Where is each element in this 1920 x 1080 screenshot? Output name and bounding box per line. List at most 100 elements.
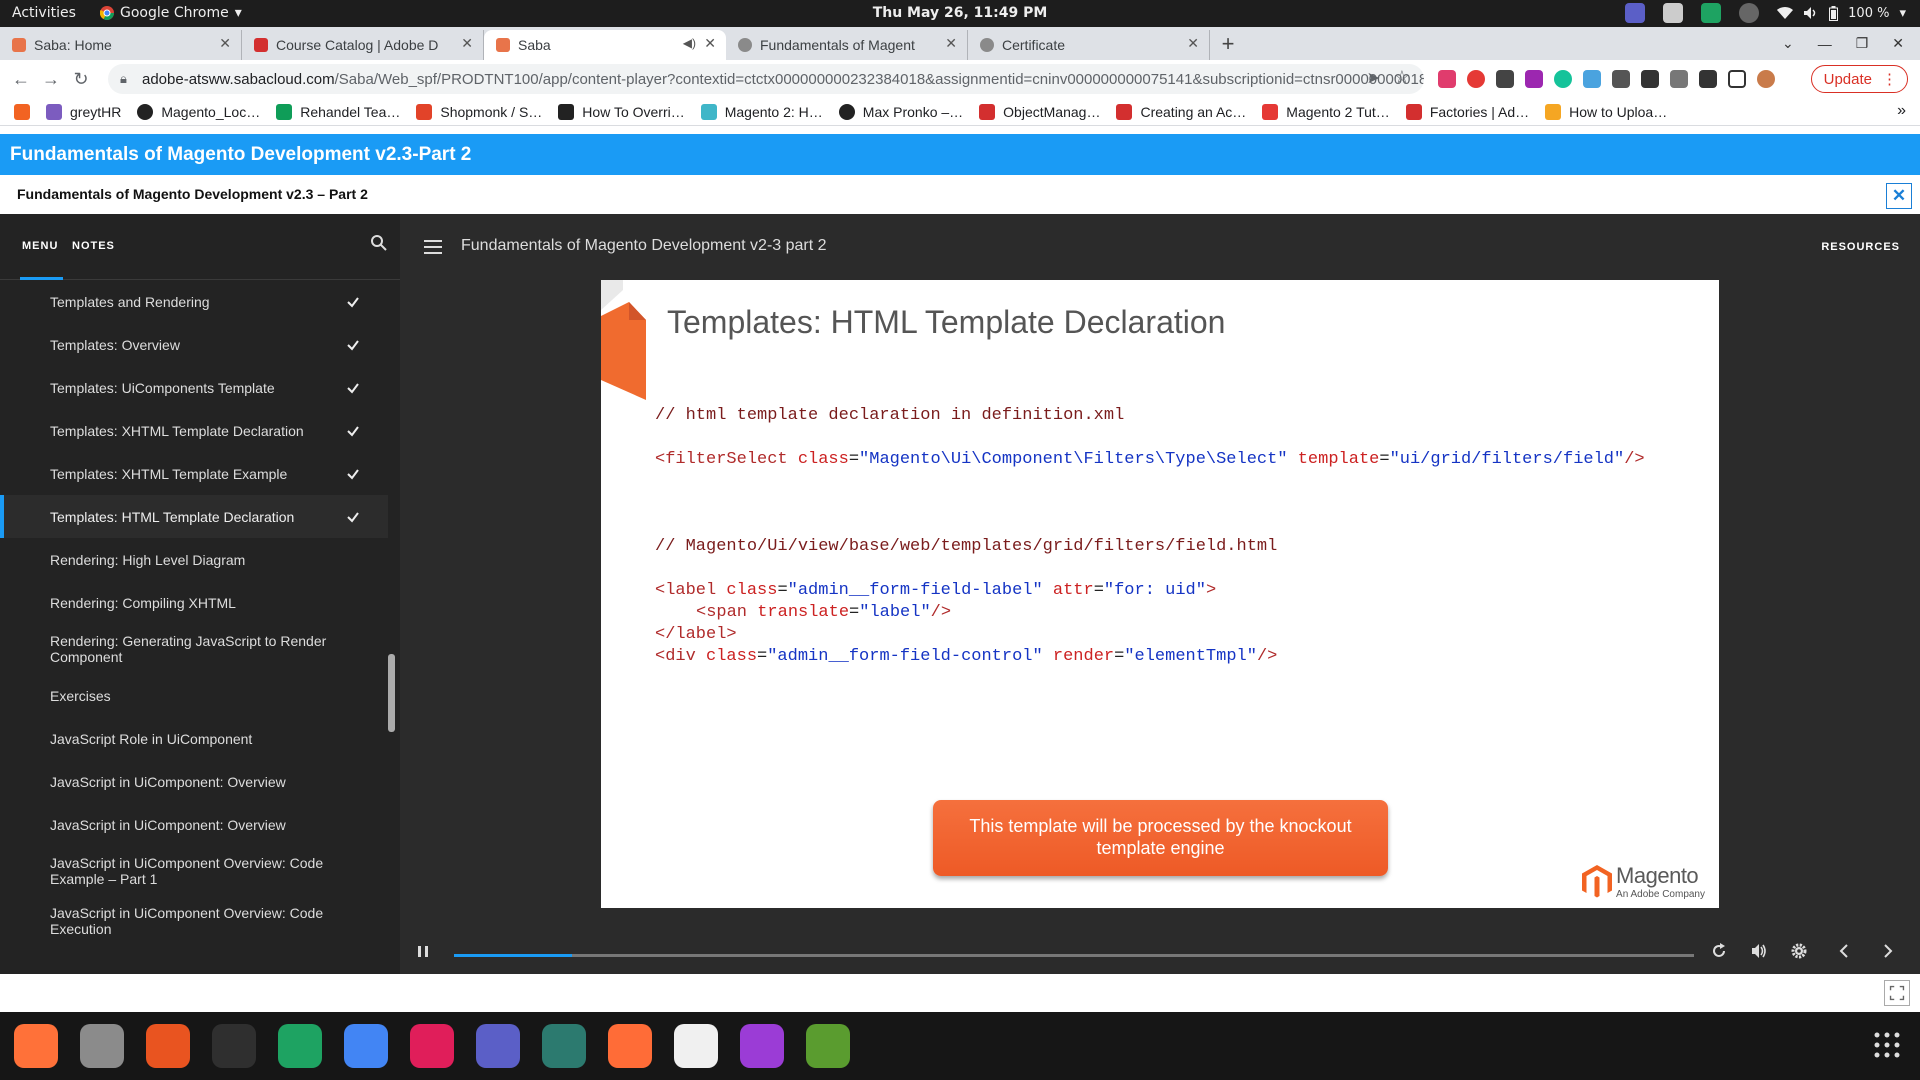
sidebar-item[interactable]: JavaScript in UiComponent: Overview: [0, 760, 388, 803]
side-panel-icon[interactable]: [1728, 70, 1746, 88]
grammarly-icon[interactable]: [1554, 70, 1572, 88]
screenshot-icon[interactable]: [802, 1020, 854, 1072]
next-slide-icon[interactable]: [1878, 941, 1898, 961]
sidebar-item[interactable]: Templates: XHTML Template Example: [0, 452, 388, 495]
close-tab-icon[interactable]: ✕: [219, 35, 231, 52]
camera-icon[interactable]: [538, 1020, 590, 1072]
reload-icon[interactable]: ↻: [66, 69, 96, 90]
bookmark-star-icon[interactable]: ☆: [1394, 67, 1410, 88]
chat-tray-icon[interactable]: [1701, 3, 1722, 23]
close-button[interactable]: ✕: [1886, 183, 1912, 209]
teams-icon[interactable]: [472, 1020, 524, 1072]
sidebar-item[interactable]: Rendering: High Level Diagram: [0, 538, 388, 581]
sidebar-item[interactable]: Templates: XHTML Template Declaration: [0, 409, 388, 452]
text-editor-icon[interactable]: [670, 1020, 722, 1072]
sidebar-item[interactable]: Templates: HTML Template Declaration: [0, 495, 388, 538]
extension-icon[interactable]: [1612, 70, 1630, 88]
network-tray-icon[interactable]: [1739, 3, 1760, 23]
sidebar-item[interactable]: Rendering: Generating JavaScript to Rend…: [0, 624, 388, 674]
previous-slide-icon[interactable]: [1834, 941, 1854, 961]
close-window-icon[interactable]: ✕: [1892, 35, 1904, 52]
software-center-icon[interactable]: [142, 1020, 194, 1072]
files-icon[interactable]: [76, 1020, 128, 1072]
close-tab-icon[interactable]: ✕: [1187, 35, 1199, 52]
sidebar-item[interactable]: JavaScript Role in UiComponent: [0, 717, 388, 760]
profile-avatar[interactable]: [1757, 70, 1775, 88]
tab-saba[interactable]: Saba ◀︎) ✕: [484, 30, 726, 60]
progress-bar[interactable]: [454, 954, 1694, 957]
back-icon[interactable]: ←: [6, 69, 36, 90]
terminal-icon[interactable]: [208, 1020, 260, 1072]
sidebar-item[interactable]: Templates and Rendering: [0, 280, 388, 323]
bookmark-item[interactable]: Shopmonk / S…: [416, 103, 542, 120]
address-bar[interactable]: 🔒︎ adobe-atsww.sabacloud.com/Saba/Web_sp…: [108, 64, 1424, 94]
resources-button[interactable]: RESOURCES: [1821, 241, 1900, 253]
volume-icon[interactable]: [1749, 941, 1769, 961]
minimize-icon[interactable]: —: [1818, 36, 1832, 52]
sidebar-item[interactable]: Templates: Overview: [0, 323, 388, 366]
bookmark-item[interactable]: ObjectManag…: [979, 103, 1100, 120]
sidebar-scrollbar[interactable]: [388, 654, 395, 732]
sidebar-item[interactable]: JavaScript in UiComponent Overview: Code…: [0, 846, 388, 896]
extension-icon[interactable]: [1641, 70, 1659, 88]
close-tab-icon[interactable]: ✕: [945, 35, 957, 52]
extension-icon[interactable]: [1525, 70, 1543, 88]
chrome-icon[interactable]: [340, 1020, 392, 1072]
bookmark-item[interactable]: Rehandel Tea…: [276, 103, 400, 120]
teams-tray-icon[interactable]: [1625, 3, 1646, 23]
audio-playing-icon[interactable]: ◀︎): [683, 36, 696, 50]
fullscreen-icon[interactable]: [1884, 980, 1910, 1006]
sidebar-item[interactable]: Rendering: Compiling XHTML: [0, 581, 388, 624]
extension-icon[interactable]: [1583, 70, 1601, 88]
google-chat-icon[interactable]: [274, 1020, 326, 1072]
tab-saba-home[interactable]: Saba: Home ✕: [0, 30, 242, 60]
bookmark-item[interactable]: How to Uploa…: [1545, 103, 1667, 120]
extension-icon[interactable]: [1496, 70, 1514, 88]
forward-icon[interactable]: →: [36, 69, 66, 90]
status-menu[interactable]: 100 % ▾: [1777, 5, 1906, 21]
show-applications-icon[interactable]: [1872, 1030, 1902, 1060]
postman-icon[interactable]: [604, 1020, 656, 1072]
settings-gear-icon[interactable]: [1789, 941, 1809, 961]
firefox-icon[interactable]: [10, 1020, 62, 1072]
hamburger-menu-icon[interactable]: [424, 240, 442, 254]
puzzle-icon[interactable]: [1699, 70, 1717, 88]
replay-icon[interactable]: [1709, 941, 1729, 961]
tab-fundamentals[interactable]: Fundamentals of Magent ✕: [726, 30, 968, 60]
close-tab-icon[interactable]: ✕: [461, 35, 473, 52]
send-icon[interactable]: ➤: [1367, 68, 1380, 88]
bookmark-item[interactable]: Magento 2 Tut…: [1262, 103, 1390, 120]
sidebar-item[interactable]: Exercises: [0, 674, 388, 717]
search-icon[interactable]: [370, 234, 388, 252]
update-button[interactable]: Update ⋮: [1810, 65, 1908, 93]
more-bookmarks-icon[interactable]: »: [1897, 102, 1906, 120]
tab-certificate[interactable]: Certificate ✕: [968, 30, 1210, 60]
extension-icon[interactable]: [1438, 70, 1456, 88]
slack-tray-icon[interactable]: [1663, 3, 1684, 23]
bookmark-item[interactable]: How To Overri…: [558, 103, 685, 120]
bookmark-magento[interactable]: [14, 103, 30, 120]
pause-icon[interactable]: [414, 941, 434, 961]
tab-menu[interactable]: MENU: [22, 240, 58, 252]
sidebar-item[interactable]: Templates: UiComponents Template: [0, 366, 388, 409]
bookmark-item[interactable]: Magento 2: H…: [700, 103, 823, 120]
code-value: "admin__form-field-label": [787, 581, 1043, 600]
restore-icon[interactable]: ❐: [1856, 35, 1869, 52]
phpstorm-icon[interactable]: [736, 1020, 788, 1072]
tab-course-catalog[interactable]: Course Catalog | Adobe D ✕: [242, 30, 484, 60]
sidebar-item[interactable]: JavaScript in UiComponent Overview: Code…: [0, 896, 388, 946]
slack-icon[interactable]: [406, 1020, 458, 1072]
tab-notes[interactable]: NOTES: [72, 240, 115, 252]
bookmark-item[interactable]: greytHR: [46, 103, 121, 120]
adblock-icon[interactable]: [1467, 70, 1485, 88]
sidebar-item[interactable]: JavaScript in UiComponent: Overview: [0, 803, 388, 846]
bookmark-item[interactable]: Max Pronko –…: [838, 103, 963, 120]
lock-icon[interactable]: 🔒︎: [120, 71, 127, 87]
new-tab-button[interactable]: +: [1210, 30, 1246, 60]
extension-icon[interactable]: [1670, 70, 1688, 88]
bookmark-item[interactable]: Magento_Loc…: [137, 103, 260, 120]
bookmark-item[interactable]: Factories | Ad…: [1405, 103, 1529, 120]
tab-search-icon[interactable]: ⌄: [1782, 35, 1794, 52]
close-tab-icon[interactable]: ✕: [704, 35, 716, 52]
bookmark-item[interactable]: Creating an Ac…: [1116, 103, 1246, 120]
